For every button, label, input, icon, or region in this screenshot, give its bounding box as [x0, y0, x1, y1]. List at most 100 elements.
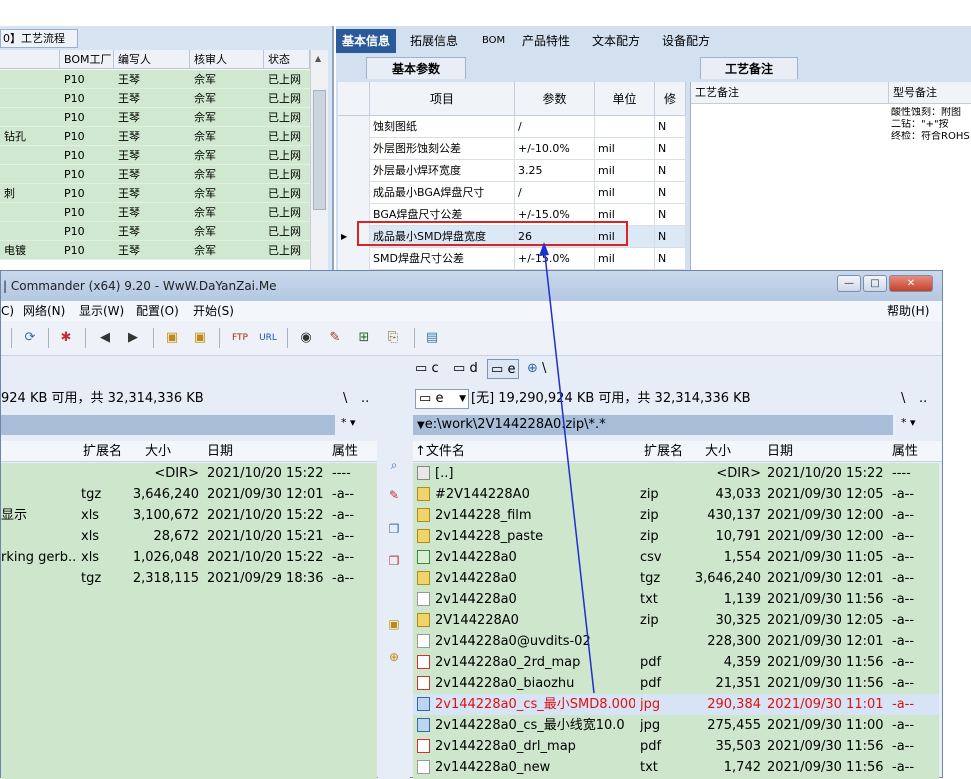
file-row[interactable]: 2v144228a0_cs_最小SMD8.000 jpg 290,384 2021/0…	[413, 694, 939, 715]
drive-d-button[interactable]: ▭ d	[453, 357, 478, 381]
minimize-icon[interactable]: —	[837, 275, 861, 292]
right-up-button[interactable]: ..	[919, 388, 927, 410]
url-icon[interactable]: URL	[259, 329, 277, 347]
view-icon[interactable]: ⌕	[386, 457, 402, 473]
file-row[interactable]: 2v144228a0 tgz 3,646,240 2021/09/30 12:01 -a…	[413, 568, 939, 589]
scroll-thumb[interactable]	[313, 90, 326, 210]
left-col-size[interactable]: 大小	[145, 441, 171, 462]
right-root-button[interactable]: \	[901, 388, 905, 410]
menu-item-c[interactable]: C)	[1, 301, 14, 321]
grid-row[interactable]: P10 王琴 佘军 已上网	[0, 89, 310, 108]
tab-bom[interactable]: BOM	[476, 29, 511, 53]
file-row[interactable]: 2v144228a0_drl_map pdf 35,503 2021/09/30 11…	[413, 736, 939, 757]
grid-header-reviewer[interactable]: 核审人	[190, 50, 264, 69]
grid-row[interactable]: 钻孔 P10 王琴 佘军 已上网	[0, 127, 310, 146]
drive-e-button[interactable]: ▭ e	[487, 359, 520, 379]
menu-item-start[interactable]: 开始(S)	[193, 301, 234, 321]
tab-extended-info[interactable]: 拓展信息	[404, 29, 464, 53]
star-icon[interactable]: ✱	[57, 329, 75, 347]
file-row[interactable]: 2v144228a0_biaozhu pdf 21,351 2021/09/30 11…	[413, 673, 939, 694]
grid-header-status[interactable]: 状态	[264, 50, 310, 69]
right-col-ext[interactable]: 扩展名	[644, 441, 683, 462]
param-row[interactable]: 外层最小焊环宽度 3.25 mil N	[338, 160, 686, 182]
unpack-icon[interactable]: ▣	[191, 329, 209, 347]
left-col-ext[interactable]: 扩展名	[83, 441, 122, 462]
param-row[interactable]: 蚀刻图纸 / N	[338, 116, 686, 138]
notepad-icon[interactable]: ▤	[423, 329, 441, 347]
remark-header-process[interactable]: 工艺备注	[691, 82, 889, 104]
maximize-icon[interactable]: □	[863, 275, 887, 292]
left-history-star-icon[interactable]: * ▾	[341, 416, 356, 429]
tab-basic-params[interactable]: 基本参数	[366, 57, 466, 79]
grid-header-bom[interactable]: BOM工厂	[60, 50, 114, 69]
move-icon[interactable]: ❐	[386, 553, 402, 569]
file-row[interactable]: 2V144228A0 zip 30,325 2021/09/30 12:05 -a--	[413, 610, 939, 631]
grid-row[interactable]: P10 王琴 佘军 已上网	[0, 222, 310, 241]
menu-item-help[interactable]: 帮助(H)	[887, 301, 929, 321]
grid-row[interactable]: 电镀 P10 王琴 佘军 已上网	[0, 241, 310, 260]
remark-header-model[interactable]: 型号备注	[889, 82, 971, 104]
grid-row[interactable]: P10 王琴 佘军 已上网	[0, 203, 310, 222]
right-col-date[interactable]: 日期	[767, 441, 793, 462]
pack-files-icon[interactable]: ▣	[386, 616, 402, 632]
grid-row[interactable]: P10 王琴 佘军 已上网	[0, 70, 310, 89]
param-row[interactable]: 成品最小BGA焊盘尺寸 / mil N	[338, 182, 686, 204]
left-file-list[interactable]: <DIR> 2021/10/20 15:22 ---- tgz 3,646,240 202…	[1, 463, 377, 779]
tab-product-features[interactable]: 产品特性	[516, 29, 576, 53]
file-row[interactable]: rking gerb.. xls 1,026,048 2021/10/20 15:22…	[1, 547, 377, 568]
sync-dirs-icon[interactable]: ⊞	[355, 329, 373, 347]
menu-item-network[interactable]: 网络(N)	[23, 301, 65, 321]
grid-header-modify[interactable]: 修	[655, 82, 686, 116]
back-arrow-icon[interactable]: ◀	[96, 329, 114, 347]
grid-header-writer[interactable]: 编写人	[114, 50, 190, 69]
pack-icon[interactable]: ▣	[163, 329, 181, 347]
left-up-button[interactable]: ..	[361, 388, 369, 410]
right-col-attr[interactable]: 属性	[892, 441, 918, 462]
grid-row[interactable]: 刺 P10 王琴 佘军 已上网	[0, 184, 310, 203]
file-row[interactable]: #2V144228A0 zip 43,033 2021/09/30 12:05 -a--	[413, 484, 939, 505]
compare-icon[interactable]: ⎘	[384, 329, 402, 347]
binoculars-icon[interactable]: ◉	[297, 329, 315, 347]
param-row[interactable]: SMD焊盘尺寸公差 +/-15.0% mil N	[338, 248, 686, 270]
grid-row[interactable]: P10 王琴 佘军 已上网	[0, 108, 310, 127]
grid-row[interactable]: P10 王琴 佘军 已上网	[0, 146, 310, 165]
right-col-size[interactable]: 大小	[705, 441, 731, 462]
param-row[interactable]: 外层图形蚀刻公差 +/-10.0% mil N	[338, 138, 686, 160]
tab-text-recipe[interactable]: 文本配方	[586, 29, 646, 53]
file-row[interactable]: 2v144228a0_cs_最小线宽10.0 jpg 275,455 2021/09/…	[413, 715, 939, 736]
multi-rename-icon[interactable]: ✎	[326, 329, 344, 347]
file-row[interactable]: 2v144228a0_new txt 1,742 2021/09/30 11:56 -a…	[413, 757, 939, 778]
menu-item-show[interactable]: 显示(W)	[79, 301, 124, 321]
file-row[interactable]: 2v144228a0 csv 1,554 2021/09/30 11:05 -a--	[413, 547, 939, 568]
copy-icon[interactable]: ❐	[386, 521, 402, 537]
right-path-bar[interactable]: ▼e:\work\2V144228A0.zip\*.*	[413, 415, 893, 435]
tab-process-flow[interactable]: 0】工艺流程	[0, 29, 78, 48]
menu-item-config[interactable]: 配置(O)	[136, 301, 179, 321]
left-col-attr[interactable]: 属性	[332, 441, 358, 462]
grid-header-unit[interactable]: 单位	[595, 82, 655, 116]
close-icon[interactable]: ✕	[889, 275, 933, 292]
file-row[interactable]: 2v144228_paste zip 10,791 2021/09/30 12:00-…	[413, 526, 939, 547]
file-row[interactable]: 2v144228a0@uvdits-02 228,300 2021/09/30 12…	[413, 631, 939, 652]
edit-icon[interactable]: ✎	[386, 487, 402, 503]
file-row[interactable]: 2v144228a0 txt 1,139 2021/09/30 11:56 -a--	[413, 589, 939, 610]
forward-arrow-icon[interactable]: ▶	[124, 329, 142, 347]
process-grid-scrollbar[interactable]: ▲	[310, 50, 328, 276]
file-row[interactable]: tgz 2,318,115 2021/09/29 18:36 -a--	[1, 568, 377, 589]
file-row[interactable]: 显示 xls 3,100,672 2021/10/20 15:22 -a--	[1, 505, 377, 526]
file-row[interactable]: xls 28,672 2021/10/20 15:21 -a--	[1, 526, 377, 547]
file-row[interactable]: tgz 3,646,240 2021/09/30 12:01 -a--	[1, 484, 377, 505]
right-history-star-icon[interactable]: * ▾	[901, 416, 916, 429]
drive-c-button[interactable]: ▭ c	[415, 357, 439, 381]
right-file-list[interactable]: [..] <DIR> 2021/10/20 15:22 ---- #2V144228A0…	[413, 463, 939, 779]
scroll-up-arrow-icon[interactable]: ▲	[315, 54, 321, 63]
network-drive-button[interactable]: ⊕ \	[527, 357, 546, 381]
right-drive-dropdown[interactable]: ▭ e ▼	[415, 389, 469, 409]
left-path-bar[interactable]	[1, 415, 335, 435]
tab-equipment-recipe[interactable]: 设备配方	[656, 29, 716, 53]
refresh-icon[interactable]: ⟳	[21, 329, 39, 347]
tab-basic-info[interactable]: 基本信息	[336, 29, 397, 53]
left-col-date[interactable]: 日期	[207, 441, 233, 462]
file-row[interactable]: 2v144228_film zip 430,137 2021/09/30 12:00-…	[413, 505, 939, 526]
file-row[interactable]: 2v144228a0_2rd_map pdf 4,359 2021/09/30 11:…	[413, 652, 939, 673]
